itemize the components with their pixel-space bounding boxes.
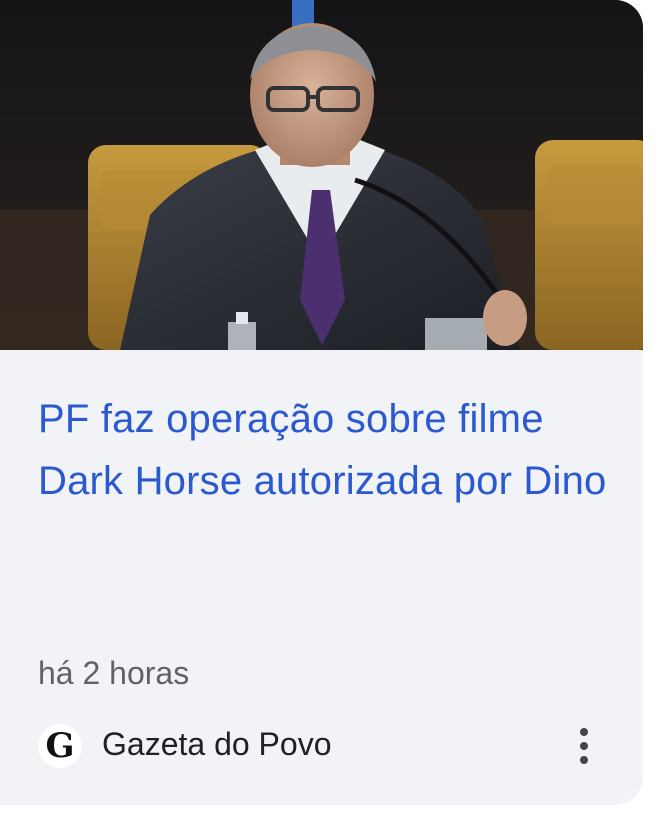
publisher-name[interactable]: Gazeta do Povo: [102, 726, 331, 763]
more-dot: [580, 756, 588, 764]
thumbnail-photo: [0, 0, 643, 350]
source-row: G Gazeta do Povo: [38, 722, 604, 770]
publisher-logo-letter: G: [45, 726, 75, 766]
article-timestamp: há 2 horas: [38, 655, 190, 691]
article-headline[interactable]: PF faz operação sobre filme Dark Horse a…: [38, 388, 618, 512]
news-card[interactable]: PF faz operação sobre filme Dark Horse a…: [0, 0, 643, 805]
more-dot: [580, 728, 588, 736]
more-dot: [580, 742, 588, 750]
publisher-logo: G: [38, 724, 82, 768]
more-vert-icon[interactable]: [564, 722, 604, 770]
article-thumbnail[interactable]: [0, 0, 643, 350]
